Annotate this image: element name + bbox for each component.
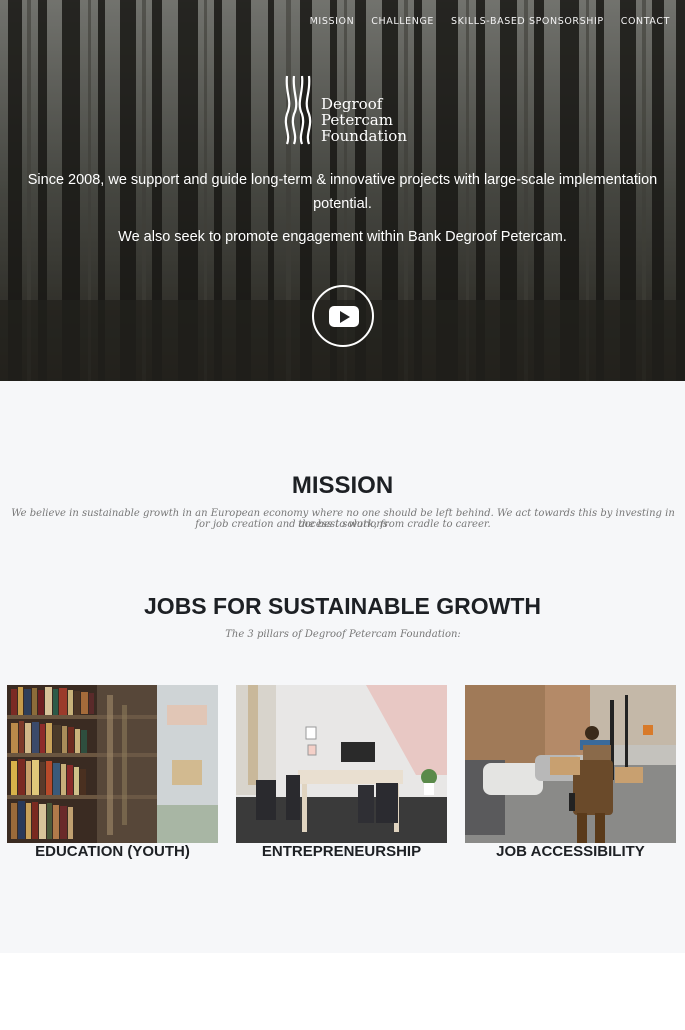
pillar-job-accessibility-label[interactable]: JOB ACCESSIBILITY xyxy=(465,843,676,861)
hero-engagement-text: We also seek to promote engagement withi… xyxy=(118,229,567,245)
hero-intro-text: Since 2008, we support and guide long-te… xyxy=(27,172,658,212)
foundation-logo[interactable]: Degroof Petercam Foundation xyxy=(283,74,407,146)
logo-line-foundation: Foundation xyxy=(321,127,408,145)
education-bookshelf-image[interactable] xyxy=(7,685,218,843)
nav-contact-link[interactable]: CONTACT xyxy=(621,16,670,27)
pillar-entrepreneurship-label[interactable]: ENTREPRENEURSHIP xyxy=(236,843,447,861)
foundation-logo-text: Degroof Petercam Foundation xyxy=(321,96,407,144)
nav-challenge-link[interactable]: CHALLENGE xyxy=(371,16,434,27)
growth-subtitle: The 3 pillars of Degroof Petercam Founda… xyxy=(225,629,461,640)
nav-mission-link[interactable]: MISSION xyxy=(310,16,355,27)
nav-skills-sponsorship-link[interactable]: SKILLS-BASED SPONSORSHIP xyxy=(451,16,604,27)
entrepreneurship-office-image[interactable] xyxy=(236,685,447,843)
job-accessibility-street-image[interactable] xyxy=(465,685,676,843)
logo-line-petercam: Petercam xyxy=(321,111,393,129)
hero-section: MISSION CHALLENGE SKILLS-BASED SPONSORSH… xyxy=(0,0,685,381)
mission-text-line2: for job creation and access to work, fro… xyxy=(195,519,491,530)
content-section xyxy=(0,381,685,953)
growth-heading: JOBS FOR SUSTAINABLE GROWTH xyxy=(144,593,541,619)
youtube-play-icon xyxy=(329,306,359,327)
pillar-job-accessibility[interactable]: JOB ACCESSIBILITY xyxy=(465,685,676,861)
logo-line-degroof: Degroof xyxy=(321,95,383,113)
pillar-education-label[interactable]: EDUCATION (YOUTH) xyxy=(7,843,218,861)
video-play-button[interactable] xyxy=(312,285,374,347)
foundation-logo-mark-icon xyxy=(284,75,312,145)
pillar-education[interactable]: EDUCATION (YOUTH) xyxy=(7,685,218,861)
top-navigation: MISSION CHALLENGE SKILLS-BASED SPONSORSH… xyxy=(310,16,670,27)
mission-heading: MISSION xyxy=(291,472,394,499)
pillar-entrepreneurship[interactable]: ENTREPRENEURSHIP xyxy=(236,685,447,861)
